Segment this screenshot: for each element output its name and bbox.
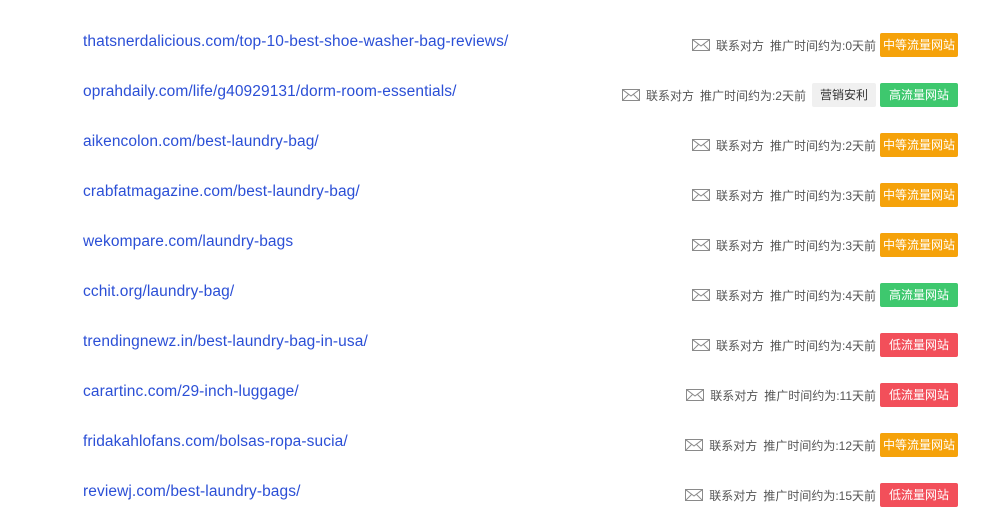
site-link[interactable]: aikencolon.com/best-laundry-bag/ — [83, 133, 319, 151]
promotion-time: 推广时间约为:4天前 — [769, 288, 876, 303]
promotion-time: 推广时间约为:0天前 — [769, 38, 876, 53]
row-meta: 联系对方 推广时间约为:11天前 低流量网站 — [686, 383, 958, 407]
promotion-time: 推广时间约为:2天前 — [769, 138, 876, 153]
mail-icon[interactable] — [686, 389, 705, 401]
site-link[interactable]: fridakahlofans.com/bolsas-ropa-sucia/ — [83, 433, 348, 451]
row-meta: 联系对方 推广时间约为:3天前 中等流量网站 — [691, 183, 958, 207]
row-meta: 联系对方 推广时间约为:2天前 中等流量网站 — [691, 133, 958, 157]
row-meta: 联系对方 推广时间约为:4天前 高流量网站 — [691, 283, 958, 307]
traffic-badge: 中等流量网站 — [880, 233, 958, 257]
contact-link[interactable]: 联系对方 — [716, 337, 764, 354]
list-item: oprahdaily.com/life/g40929131/dorm-room-… — [0, 68, 992, 118]
mail-icon[interactable] — [691, 339, 710, 351]
contact-link[interactable]: 联系对方 — [709, 487, 757, 504]
row-meta: 联系对方 推广时间约为:2天前 营销安利 高流量网站 — [621, 83, 958, 107]
promotion-list: thatsnerdalicious.com/top-10-best-shoe-w… — [0, 18, 992, 518]
mail-icon[interactable] — [691, 139, 710, 151]
list-item: reviewj.com/best-laundry-bags/联系对方 推广时间约为… — [0, 468, 992, 518]
mail-icon[interactable] — [691, 239, 710, 251]
site-link[interactable]: oprahdaily.com/life/g40929131/dorm-room-… — [83, 83, 457, 101]
list-item: fridakahlofans.com/bolsas-ropa-sucia/联系对… — [0, 418, 992, 468]
list-item: thatsnerdalicious.com/top-10-best-shoe-w… — [0, 18, 992, 68]
contact-link[interactable]: 联系对方 — [716, 187, 764, 204]
site-link[interactable]: carartinc.com/29-inch-luggage/ — [83, 383, 299, 401]
mail-icon[interactable] — [685, 489, 704, 501]
category-tag: 营销安利 — [811, 83, 876, 107]
mail-icon[interactable] — [691, 289, 710, 301]
row-meta: 联系对方 推广时间约为:0天前 中等流量网站 — [691, 33, 958, 57]
promotion-time: 推广时间约为:15天前 — [763, 488, 876, 503]
promotion-time: 推广时间约为:4天前 — [769, 338, 876, 353]
site-link[interactable]: wekompare.com/laundry-bags — [83, 233, 293, 251]
site-link[interactable]: thatsnerdalicious.com/top-10-best-shoe-w… — [83, 33, 508, 51]
contact-link[interactable]: 联系对方 — [710, 387, 758, 404]
list-item: trendingnewz.in/best-laundry-bag-in-usa/… — [0, 318, 992, 368]
contact-link[interactable]: 联系对方 — [716, 137, 764, 154]
list-item: aikencolon.com/best-laundry-bag/联系对方 推广时间… — [0, 118, 992, 168]
promotion-time: 推广时间约为:3天前 — [769, 238, 876, 253]
mail-icon[interactable] — [691, 39, 710, 51]
list-item: cchit.org/laundry-bag/联系对方 推广时间约为:4天前 高流量网… — [0, 268, 992, 318]
traffic-badge: 中等流量网站 — [880, 433, 958, 457]
traffic-badge: 低流量网站 — [880, 483, 958, 507]
mail-icon[interactable] — [691, 189, 710, 201]
promotion-time: 推广时间约为:11天前 — [764, 388, 876, 403]
list-item: crabfatmagazine.com/best-laundry-bag/联系对… — [0, 168, 992, 218]
contact-link[interactable]: 联系对方 — [716, 287, 764, 304]
contact-link[interactable]: 联系对方 — [709, 437, 757, 454]
row-meta: 联系对方 推广时间约为:4天前 低流量网站 — [691, 333, 958, 357]
traffic-badge: 中等流量网站 — [880, 33, 958, 57]
promotion-time: 推广时间约为:2天前 — [699, 88, 806, 103]
traffic-badge: 中等流量网站 — [880, 133, 958, 157]
site-link[interactable]: crabfatmagazine.com/best-laundry-bag/ — [83, 183, 360, 201]
list-item: wekompare.com/laundry-bags 联系对方 推广时间约为:3天前… — [0, 218, 992, 268]
traffic-badge: 中等流量网站 — [880, 183, 958, 207]
traffic-badge: 低流量网站 — [880, 383, 958, 407]
promotion-time: 推广时间约为:3天前 — [769, 188, 876, 203]
traffic-badge: 高流量网站 — [880, 283, 958, 307]
contact-link[interactable]: 联系对方 — [716, 237, 764, 254]
row-meta: 联系对方 推广时间约为:12天前 中等流量网站 — [685, 433, 958, 457]
site-link[interactable]: cchit.org/laundry-bag/ — [83, 283, 234, 301]
contact-link[interactable]: 联系对方 — [646, 87, 694, 104]
site-link[interactable]: trendingnewz.in/best-laundry-bag-in-usa/ — [83, 333, 368, 351]
contact-link[interactable]: 联系对方 — [716, 37, 764, 54]
promotion-time: 推广时间约为:12天前 — [763, 438, 876, 453]
row-meta: 联系对方 推广时间约为:15天前 低流量网站 — [685, 483, 958, 507]
row-meta: 联系对方 推广时间约为:3天前 中等流量网站 — [691, 233, 958, 257]
mail-icon[interactable] — [685, 439, 704, 451]
list-item: carartinc.com/29-inch-luggage/联系对方 推广时间约为… — [0, 368, 992, 418]
traffic-badge: 高流量网站 — [880, 83, 958, 107]
mail-icon[interactable] — [621, 89, 640, 101]
site-link[interactable]: reviewj.com/best-laundry-bags/ — [83, 483, 301, 501]
traffic-badge: 低流量网站 — [880, 333, 958, 357]
